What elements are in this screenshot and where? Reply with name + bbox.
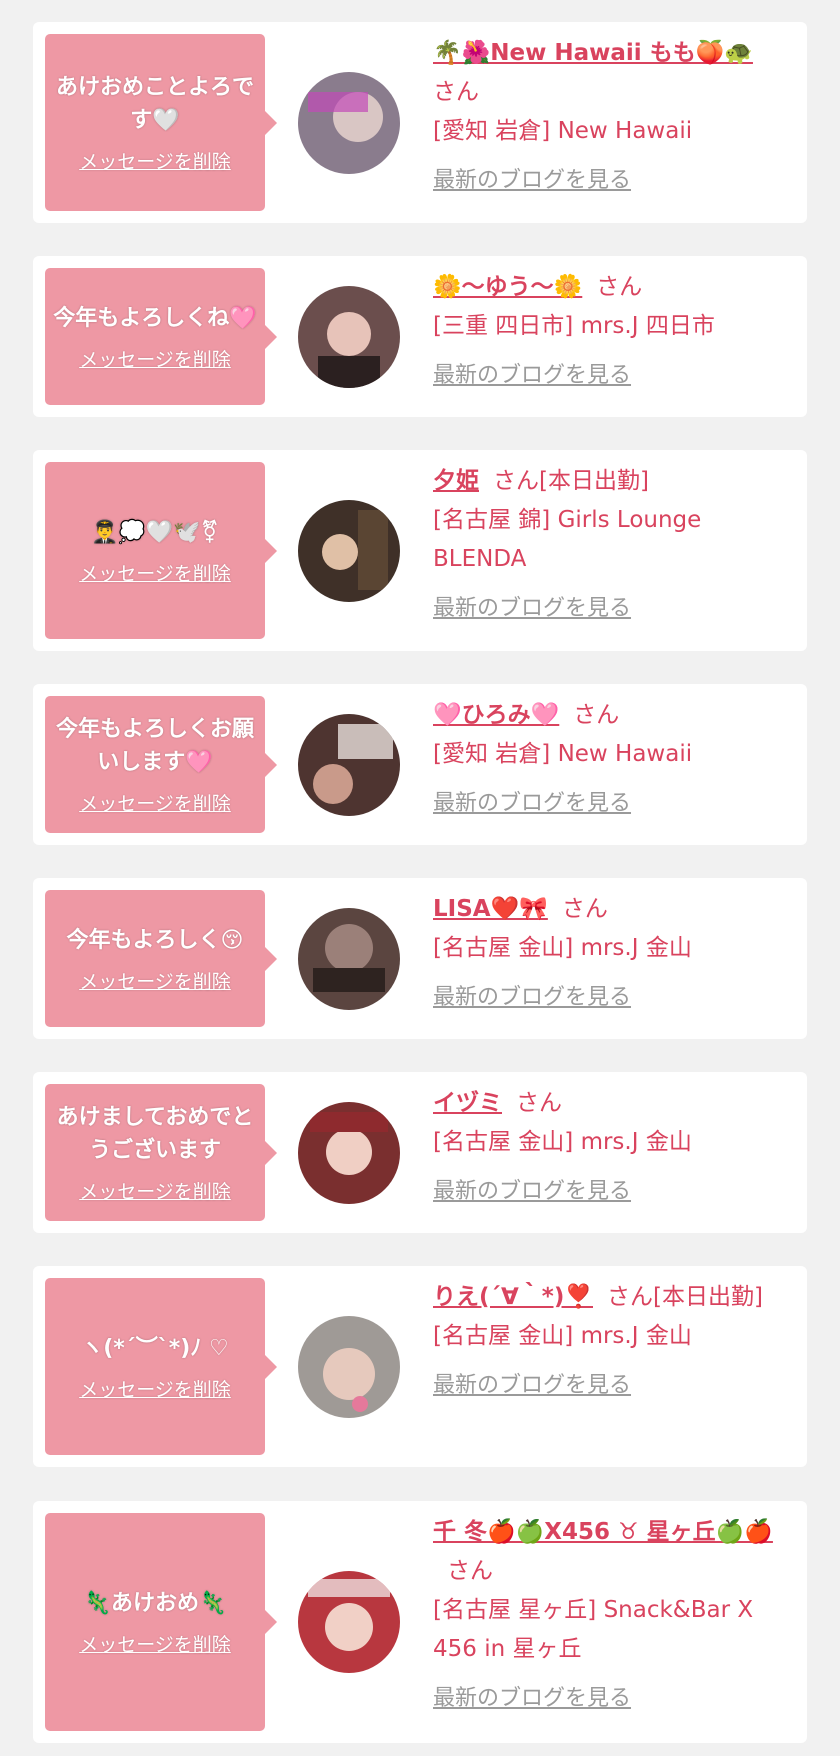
view-blog-link[interactable]: 最新のブログを見る [433, 356, 631, 395]
view-blog-link[interactable]: 最新のブログを見る [433, 978, 631, 1017]
delete-message-link[interactable]: メッセージを削除 [79, 1630, 231, 1657]
delete-message-link[interactable]: メッセージを削除 [79, 345, 231, 372]
message-text: ヽ(*´︶`*)ﾉ ♡ [81, 1335, 229, 1361]
message-bubble: 👨‍✈️💭🤍🕊️⚧ メッセージを削除 [45, 462, 277, 639]
message-bubble: あけおめことよろです🤍 メッセージを削除 [45, 34, 277, 211]
avatar[interactable] [298, 1315, 400, 1418]
message-bubble: 🦎あけおめ🦎 メッセージを削除 [45, 1513, 277, 1731]
message-text: あけましておめでとうございます [56, 1105, 254, 1163]
avatar-image [298, 499, 400, 602]
shop-label: [名古屋 星ヶ丘] Snack&Bar X 456 in 星ヶ丘 [433, 1597, 754, 1662]
sender-name-link[interactable]: イヅミ [433, 1090, 502, 1116]
shop-label: [愛知 岩倉] New Hawaii [433, 118, 693, 144]
view-blog-link[interactable]: 最新のブログを見る [433, 589, 631, 628]
sender-suffix: さん [573, 702, 620, 728]
delete-message-link[interactable]: メッセージを削除 [79, 147, 231, 174]
delete-message-link[interactable]: メッセージを削除 [79, 789, 231, 816]
sender-info: 🌴🌺New Hawaii もも🍑🐢 さん [愛知 岩倉] New Hawaii … [433, 34, 787, 200]
view-blog-link[interactable]: 最新のブログを見る [433, 1172, 631, 1211]
message-card: あけおめことよろです🤍 メッセージを削除 🌴🌺New Hawaii もも🍑🐢 さ… [33, 22, 807, 223]
sender-suffix: さん [561, 896, 608, 922]
message-bubble: ヽ(*´︶`*)ﾉ ♡ メッセージを削除 [45, 1278, 277, 1455]
sender-info: 🩷ひろみ🩷 さん [愛知 岩倉] New Hawaii 最新のブログを見る [433, 696, 787, 823]
view-blog-link[interactable]: 最新のブログを見る [433, 784, 631, 823]
shop-label: [名古屋 金山] mrs.J 金山 [433, 1129, 692, 1155]
message-card: 今年もよろしくお願いします🩷 メッセージを削除 🩷ひろみ🩷 さん [愛知 岩倉] … [33, 684, 807, 845]
shop-label: [名古屋 金山] mrs.J 金山 [433, 935, 692, 961]
sender-info: LISA❤️🎀 さん [名古屋 金山] mrs.J 金山 最新のブログを見る [433, 890, 787, 1017]
message-card: 🦎あけおめ🦎 メッセージを削除 千 冬🍎🍏X456 ♉ 星ヶ丘🍏🍎 さん [名古屋… [33, 1501, 807, 1743]
sender-name-link[interactable]: 🩷ひろみ🩷 [433, 702, 559, 728]
delete-message-link[interactable]: メッセージを削除 [79, 967, 231, 994]
avatar[interactable] [298, 285, 400, 388]
message-text: 🦎あけおめ🦎 [83, 1591, 227, 1616]
avatar-image [298, 1571, 400, 1673]
sender-suffix: さん [596, 274, 643, 300]
message-card: 今年もよろしく😚 メッセージを削除 LISA❤️🎀 さん [名古屋 金山] mrs… [33, 878, 807, 1039]
message-text: あけおめことよろです🤍 [55, 75, 254, 133]
message-text: 👨‍✈️💭🤍🕊️⚧ [90, 519, 219, 545]
sender-name-link[interactable]: 🌴🌺New Hawaii もも🍑🐢 [433, 40, 753, 66]
message-bubble: 今年もよろしくね🩷 メッセージを削除 [45, 268, 277, 405]
message-card: 今年もよろしくね🩷 メッセージを削除 🌼〜ゆう〜🌼 さん [三重 四日市] mrs… [33, 256, 807, 417]
avatar-image [298, 907, 400, 1010]
sender-suffix: さん [433, 79, 479, 105]
message-bubble: あけましておめでとうございます メッセージを削除 [45, 1084, 277, 1221]
avatar-image [298, 71, 400, 174]
sender-info: りえ(´∀｀*)❣️ さん[本日出勤] [名古屋 金山] mrs.J 金山 最新の… [433, 1278, 787, 1405]
shop-label: [名古屋 金山] mrs.J 金山 [433, 1323, 692, 1349]
sender-name-link[interactable]: LISA❤️🎀 [433, 896, 548, 922]
sender-name-link[interactable]: 🌼〜ゆう〜🌼 [433, 274, 582, 300]
avatar[interactable] [298, 499, 400, 602]
message-list: あけおめことよろです🤍 メッセージを削除 🌴🌺New Hawaii もも🍑🐢 さ… [0, 0, 840, 1756]
message-card: あけましておめでとうございます メッセージを削除 イヅミ さん [名古屋 金山] … [33, 1072, 807, 1233]
sender-suffix: さん[本日出勤] [493, 468, 649, 494]
avatar[interactable] [298, 1571, 400, 1673]
sender-info: イヅミ さん [名古屋 金山] mrs.J 金山 最新のブログを見る [433, 1084, 787, 1211]
avatar-image [298, 713, 400, 816]
shop-label: [名古屋 錦] Girls Lounge BLENDA [433, 507, 702, 572]
sender-suffix: さん [447, 1558, 493, 1584]
avatar[interactable] [298, 713, 400, 816]
view-blog-link[interactable]: 最新のブログを見る [433, 1366, 631, 1405]
delete-message-link[interactable]: メッセージを削除 [79, 559, 231, 586]
sender-info: 🌼〜ゆう〜🌼 さん [三重 四日市] mrs.J 四日市 最新のブログを見る [433, 268, 787, 395]
sender-suffix: さん [516, 1090, 562, 1116]
sender-name-link[interactable]: 千 冬🍎🍏X456 ♉ 星ヶ丘🍏🍎 [433, 1519, 773, 1545]
view-blog-link[interactable]: 最新のブログを見る [433, 1679, 631, 1718]
message-card: 👨‍✈️💭🤍🕊️⚧ メッセージを削除 夕姫 さん[本日出勤] [名古屋 錦] Gi… [33, 450, 807, 651]
delete-message-link[interactable]: メッセージを削除 [79, 1177, 231, 1204]
avatar[interactable] [298, 1101, 400, 1204]
sender-info: 千 冬🍎🍏X456 ♉ 星ヶ丘🍏🍎 さん [名古屋 星ヶ丘] Snack&Bar … [433, 1513, 787, 1718]
avatar-image [298, 1315, 400, 1418]
sender-info: 夕姫 さん[本日出勤] [名古屋 錦] Girls Lounge BLENDA 最… [433, 462, 787, 628]
avatar[interactable] [298, 71, 400, 174]
sender-suffix: さん[本日出勤] [607, 1284, 763, 1310]
message-card: ヽ(*´︶`*)ﾉ ♡ メッセージを削除 りえ(´∀｀*)❣️ さん[本日出勤] … [33, 1266, 807, 1467]
shop-label: [愛知 岩倉] New Hawaii [433, 741, 693, 767]
view-blog-link[interactable]: 最新のブログを見る [433, 161, 631, 200]
message-bubble: 今年もよろしく😚 メッセージを削除 [45, 890, 277, 1027]
message-bubble: 今年もよろしくお願いします🩷 メッセージを削除 [45, 696, 277, 833]
avatar[interactable] [298, 907, 400, 1010]
message-text: 今年もよろしくね🩷 [53, 305, 257, 331]
shop-label: [三重 四日市] mrs.J 四日市 [433, 313, 715, 339]
sender-name-link[interactable]: りえ(´∀｀*)❣️ [433, 1284, 593, 1310]
message-text: 今年もよろしくお願いします🩷 [55, 717, 254, 775]
avatar-image [298, 285, 400, 388]
sender-name-link[interactable]: 夕姫 [433, 468, 479, 494]
message-text: 今年もよろしく😚 [66, 927, 244, 953]
avatar-image [298, 1101, 400, 1204]
delete-message-link[interactable]: メッセージを削除 [79, 1375, 231, 1402]
